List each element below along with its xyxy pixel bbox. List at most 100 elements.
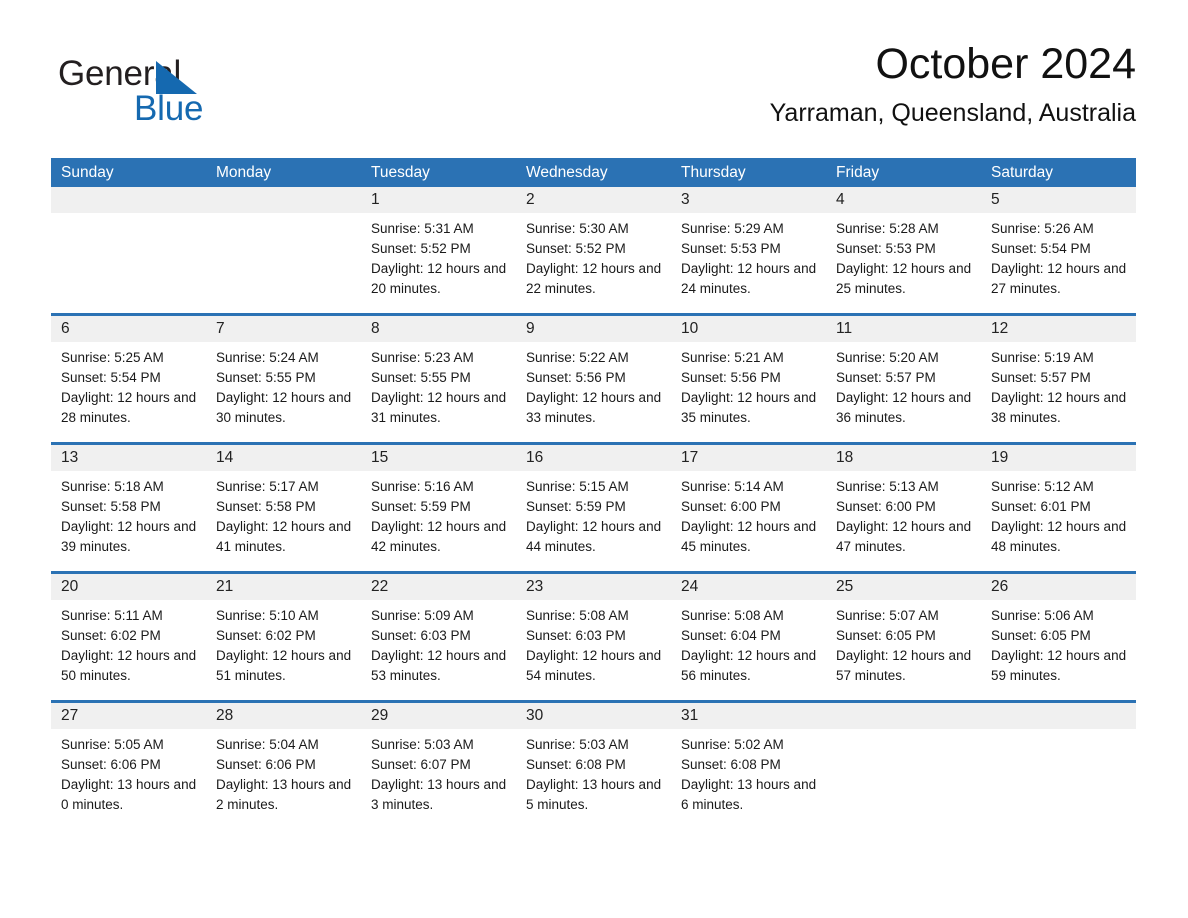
- sunrise-text: Sunrise: 5:06 AM: [991, 608, 1094, 623]
- sunset-text: Sunset: 5:53 PM: [681, 241, 781, 256]
- calendar-week-row: 27 Sunrise: 5:05 AM Sunset: 6:06 PM Dayligh…: [51, 700, 1136, 823]
- sunrise-text: Sunrise: 5:10 AM: [216, 608, 319, 623]
- day-details: Sunrise: 5:04 AM Sunset: 6:06 PM Daylight:…: [206, 729, 361, 823]
- calendar-day-cell[interactable]: 1 Sunrise: 5:31 AM Sunset: 5:52 PM Daylight…: [361, 187, 516, 307]
- sunset-text: Sunset: 5:52 PM: [371, 241, 471, 256]
- sunset-text: Sunset: 5:54 PM: [61, 370, 161, 385]
- daylight-text: Daylight: 12 hours and 28 minutes.: [61, 390, 197, 425]
- day-details: Sunrise: 5:30 AM Sunset: 5:52 PM Daylight:…: [516, 213, 671, 307]
- sunrise-text: Sunrise: 5:24 AM: [216, 350, 319, 365]
- generalblue-logo[interactable]: General Blue: [58, 54, 298, 130]
- day-details: [206, 213, 361, 297]
- day-details: [826, 729, 981, 813]
- calendar-day-cell[interactable]: 4 Sunrise: 5:28 AM Sunset: 5:53 PM Daylight…: [826, 187, 981, 307]
- calendar-day-cell[interactable]: 26 Sunrise: 5:06 AM Sunset: 6:05 PM Dayligh…: [981, 574, 1136, 694]
- calendar-day-cell[interactable]: 7 Sunrise: 5:24 AM Sunset: 5:55 PM Daylight…: [206, 316, 361, 436]
- sunset-text: Sunset: 6:03 PM: [526, 628, 626, 643]
- sunset-text: Sunset: 6:03 PM: [371, 628, 471, 643]
- sunset-text: Sunset: 6:08 PM: [681, 757, 781, 772]
- daylight-text: Daylight: 12 hours and 30 minutes.: [216, 390, 352, 425]
- day-number: 25: [826, 574, 981, 600]
- calendar-day-cell[interactable]: 31 Sunrise: 5:02 AM Sunset: 6:08 PM Dayligh…: [671, 703, 826, 823]
- sunrise-text: Sunrise: 5:15 AM: [526, 479, 629, 494]
- calendar-day-cell[interactable]: 19 Sunrise: 5:12 AM Sunset: 6:01 PM Dayligh…: [981, 445, 1136, 565]
- page-subtitle: Yarraman, Queensland, Australia: [769, 99, 1136, 127]
- sunrise-text: Sunrise: 5:08 AM: [526, 608, 629, 623]
- calendar-day-cell[interactable]: 22 Sunrise: 5:09 AM Sunset: 6:03 PM Dayligh…: [361, 574, 516, 694]
- day-details: Sunrise: 5:05 AM Sunset: 6:06 PM Daylight:…: [51, 729, 206, 823]
- day-number: 4: [826, 187, 981, 213]
- sunrise-text: Sunrise: 5:03 AM: [526, 737, 629, 752]
- calendar-day-cell-empty: [826, 703, 981, 823]
- sunset-text: Sunset: 6:02 PM: [61, 628, 161, 643]
- sunset-text: Sunset: 5:54 PM: [991, 241, 1091, 256]
- daylight-text: Daylight: 12 hours and 56 minutes.: [681, 648, 817, 683]
- calendar-day-cell[interactable]: 16 Sunrise: 5:15 AM Sunset: 5:59 PM Dayligh…: [516, 445, 671, 565]
- calendar-day-cell[interactable]: 14 Sunrise: 5:17 AM Sunset: 5:58 PM Dayligh…: [206, 445, 361, 565]
- day-number: [206, 187, 361, 213]
- calendar-day-cell[interactable]: 28 Sunrise: 5:04 AM Sunset: 6:06 PM Dayligh…: [206, 703, 361, 823]
- calendar-day-cell[interactable]: 30 Sunrise: 5:03 AM Sunset: 6:08 PM Dayligh…: [516, 703, 671, 823]
- calendar-body: 1 Sunrise: 5:31 AM Sunset: 5:52 PM Daylight…: [51, 187, 1136, 823]
- day-number: 29: [361, 703, 516, 729]
- day-details: Sunrise: 5:29 AM Sunset: 5:53 PM Daylight:…: [671, 213, 826, 307]
- calendar-day-cell[interactable]: 21 Sunrise: 5:10 AM Sunset: 6:02 PM Dayligh…: [206, 574, 361, 694]
- day-details: Sunrise: 5:08 AM Sunset: 6:03 PM Daylight:…: [516, 600, 671, 694]
- calendar-day-cell[interactable]: 11 Sunrise: 5:20 AM Sunset: 5:57 PM Dayligh…: [826, 316, 981, 436]
- calendar-day-cell[interactable]: 27 Sunrise: 5:05 AM Sunset: 6:06 PM Dayligh…: [51, 703, 206, 823]
- sunset-text: Sunset: 6:07 PM: [371, 757, 471, 772]
- calendar-day-cell[interactable]: 15 Sunrise: 5:16 AM Sunset: 5:59 PM Dayligh…: [361, 445, 516, 565]
- sunset-text: Sunset: 5:57 PM: [836, 370, 936, 385]
- sunset-text: Sunset: 5:55 PM: [371, 370, 471, 385]
- day-number: [826, 703, 981, 729]
- day-details: Sunrise: 5:23 AM Sunset: 5:55 PM Daylight:…: [361, 342, 516, 436]
- daylight-text: Daylight: 12 hours and 44 minutes.: [526, 519, 662, 554]
- sunrise-text: Sunrise: 5:25 AM: [61, 350, 164, 365]
- day-number: 18: [826, 445, 981, 471]
- calendar-day-cell[interactable]: 12 Sunrise: 5:19 AM Sunset: 5:57 PM Dayligh…: [981, 316, 1136, 436]
- calendar-day-cell[interactable]: 17 Sunrise: 5:14 AM Sunset: 6:00 PM Dayligh…: [671, 445, 826, 565]
- calendar-day-cell[interactable]: 2 Sunrise: 5:30 AM Sunset: 5:52 PM Daylight…: [516, 187, 671, 307]
- calendar-day-cell[interactable]: 9 Sunrise: 5:22 AM Sunset: 5:56 PM Daylight…: [516, 316, 671, 436]
- daylight-text: Daylight: 12 hours and 47 minutes.: [836, 519, 972, 554]
- calendar-day-cell[interactable]: 29 Sunrise: 5:03 AM Sunset: 6:07 PM Dayligh…: [361, 703, 516, 823]
- sunrise-text: Sunrise: 5:22 AM: [526, 350, 629, 365]
- day-number: 16: [516, 445, 671, 471]
- daylight-text: Daylight: 12 hours and 38 minutes.: [991, 390, 1127, 425]
- daylight-text: Daylight: 12 hours and 25 minutes.: [836, 261, 972, 296]
- daylight-text: Daylight: 13 hours and 3 minutes.: [371, 777, 507, 812]
- daylight-text: Daylight: 12 hours and 33 minutes.: [526, 390, 662, 425]
- day-number: [51, 187, 206, 213]
- calendar-day-cell[interactable]: 5 Sunrise: 5:26 AM Sunset: 5:54 PM Daylight…: [981, 187, 1136, 307]
- day-details: Sunrise: 5:31 AM Sunset: 5:52 PM Daylight:…: [361, 213, 516, 307]
- calendar-day-cell[interactable]: 6 Sunrise: 5:25 AM Sunset: 5:54 PM Daylight…: [51, 316, 206, 436]
- sunset-text: Sunset: 5:59 PM: [371, 499, 471, 514]
- calendar-day-cell[interactable]: 23 Sunrise: 5:08 AM Sunset: 6:03 PM Dayligh…: [516, 574, 671, 694]
- calendar-day-cell[interactable]: 25 Sunrise: 5:07 AM Sunset: 6:05 PM Dayligh…: [826, 574, 981, 694]
- daylight-text: Daylight: 12 hours and 27 minutes.: [991, 261, 1127, 296]
- day-number: 26: [981, 574, 1136, 600]
- day-details: Sunrise: 5:06 AM Sunset: 6:05 PM Daylight:…: [981, 600, 1136, 694]
- day-details: Sunrise: 5:10 AM Sunset: 6:02 PM Daylight:…: [206, 600, 361, 694]
- calendar-day-cell[interactable]: 24 Sunrise: 5:08 AM Sunset: 6:04 PM Dayligh…: [671, 574, 826, 694]
- page-header: General Blue October 2024 Yarraman, Quee…: [51, 38, 1136, 148]
- calendar-day-cell[interactable]: 8 Sunrise: 5:23 AM Sunset: 5:55 PM Daylight…: [361, 316, 516, 436]
- sunrise-text: Sunrise: 5:02 AM: [681, 737, 784, 752]
- day-number: 8: [361, 316, 516, 342]
- calendar-day-cell[interactable]: 10 Sunrise: 5:21 AM Sunset: 5:56 PM Dayligh…: [671, 316, 826, 436]
- calendar-day-cell[interactable]: 20 Sunrise: 5:11 AM Sunset: 6:02 PM Dayligh…: [51, 574, 206, 694]
- day-details: Sunrise: 5:26 AM Sunset: 5:54 PM Daylight:…: [981, 213, 1136, 307]
- weekday-header-friday: Friday: [836, 164, 880, 181]
- weekday-header-wednesday: Wednesday: [526, 164, 608, 181]
- sunrise-text: Sunrise: 5:21 AM: [681, 350, 784, 365]
- day-details: Sunrise: 5:07 AM Sunset: 6:05 PM Daylight:…: [826, 600, 981, 694]
- calendar-day-cell[interactable]: 13 Sunrise: 5:18 AM Sunset: 5:58 PM Dayligh…: [51, 445, 206, 565]
- sunset-text: Sunset: 5:53 PM: [836, 241, 936, 256]
- day-number: 28: [206, 703, 361, 729]
- calendar-day-cell[interactable]: 18 Sunrise: 5:13 AM Sunset: 6:00 PM Dayligh…: [826, 445, 981, 565]
- weekday-header-tuesday: Tuesday: [371, 164, 430, 181]
- day-details: Sunrise: 5:21 AM Sunset: 5:56 PM Daylight:…: [671, 342, 826, 436]
- day-number: 10: [671, 316, 826, 342]
- calendar-day-cell[interactable]: 3 Sunrise: 5:29 AM Sunset: 5:53 PM Daylight…: [671, 187, 826, 307]
- day-details: Sunrise: 5:18 AM Sunset: 5:58 PM Daylight:…: [51, 471, 206, 565]
